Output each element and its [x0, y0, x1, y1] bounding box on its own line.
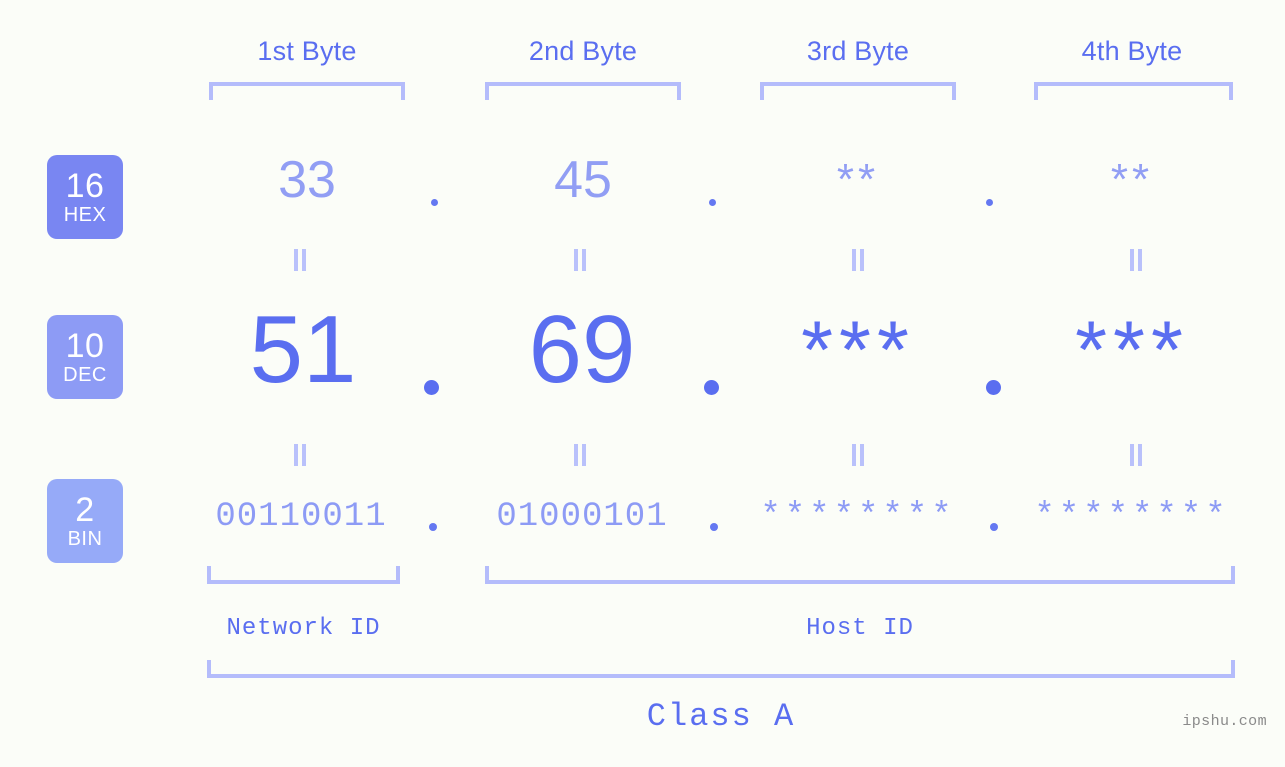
hex-byte-3: ** — [836, 155, 880, 204]
bin-dot-separator-3 — [990, 523, 998, 531]
network-id-label: Network ID — [226, 615, 381, 642]
dec-dot-separator-3 — [986, 380, 1001, 395]
bin-byte-1: 00110011 — [215, 498, 387, 536]
equals-mark-dec-bin-3 — [850, 444, 866, 466]
dec-dot-separator-1 — [424, 380, 439, 395]
bin-byte-4: ******** — [1034, 498, 1230, 536]
equals-mark-hex-dec-2 — [572, 249, 588, 271]
byte-column-title-3: 3rd Byte — [806, 36, 910, 66]
dec-byte-3: *** — [801, 305, 915, 396]
dec-byte-4: *** — [1075, 305, 1189, 396]
dec-dot-separator-2 — [704, 380, 719, 395]
byte-column-title-4: 4th Byte — [1081, 36, 1183, 66]
equals-mark-hex-dec-4 — [1128, 249, 1144, 271]
dec-byte-2: 69 — [528, 296, 636, 403]
hex-byte-2: 45 — [554, 151, 612, 209]
dec-byte-1: 51 — [249, 296, 357, 403]
host-id-label: Host ID — [806, 615, 914, 642]
base-badge-hex-number: 16 — [65, 167, 105, 205]
hex-dot-separator-1 — [431, 199, 438, 206]
base-badge-dec: 10 DEC — [47, 315, 123, 399]
host-id-bracket — [485, 566, 1235, 584]
byte-bracket-top-4 — [1034, 82, 1233, 100]
bin-dot-separator-1 — [429, 523, 437, 531]
bin-byte-3: ******** — [760, 498, 956, 536]
bin-byte-2: 01000101 — [496, 498, 668, 536]
base-badge-dec-number: 10 — [65, 327, 105, 365]
base-badge-dec-label: DEC — [63, 364, 107, 386]
base-badge-hex: 16 HEX — [47, 155, 123, 239]
equals-mark-dec-bin-4 — [1128, 444, 1144, 466]
hex-dot-separator-3 — [986, 199, 993, 206]
base-badge-bin-number: 2 — [75, 491, 95, 529]
hex-dot-separator-2 — [709, 199, 716, 206]
equals-mark-dec-bin-2 — [572, 444, 588, 466]
bin-dot-separator-2 — [710, 523, 718, 531]
ip-address-breakdown-diagram: 1st Byte 2nd Byte 3rd Byte 4th Byte 16 H… — [0, 0, 1285, 767]
network-id-bracket — [207, 566, 400, 584]
watermark: ipshu.com — [1182, 713, 1267, 730]
base-badge-hex-label: HEX — [63, 204, 107, 226]
base-badge-bin: 2 BIN — [47, 479, 123, 563]
class-bracket — [207, 660, 1235, 678]
byte-bracket-top-1 — [209, 82, 405, 100]
byte-bracket-top-3 — [760, 82, 956, 100]
hex-byte-1: 33 — [278, 151, 336, 209]
equals-mark-dec-bin-1 — [292, 444, 308, 466]
byte-column-title-1: 1st Byte — [257, 36, 357, 66]
base-badge-bin-label: BIN — [67, 528, 103, 550]
class-label: Class A — [646, 698, 796, 735]
hex-byte-4: ** — [1110, 155, 1154, 204]
equals-mark-hex-dec-3 — [850, 249, 866, 271]
byte-column-title-2: 2nd Byte — [528, 36, 638, 66]
byte-bracket-top-2 — [485, 82, 681, 100]
equals-mark-hex-dec-1 — [292, 249, 308, 271]
